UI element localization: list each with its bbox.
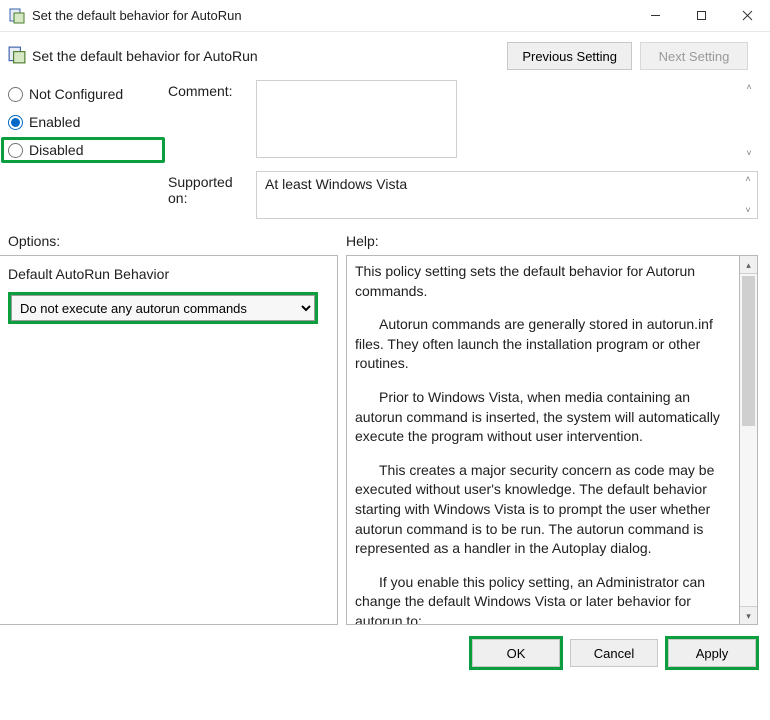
nav-buttons: Previous Setting Next Setting: [507, 42, 748, 70]
help-paragraph: This policy setting sets the default beh…: [355, 262, 731, 301]
supported-row: Supported on: At least Windows Vista ˄ ˅: [168, 171, 758, 219]
radio-not-configured-input[interactable]: [8, 87, 23, 102]
minimize-button[interactable]: [632, 0, 678, 32]
policy-icon: [8, 7, 26, 25]
dropdown-highlight: Do not execute any autorun commands: [8, 292, 318, 324]
help-paragraph: Prior to Windows Vista, when media conta…: [355, 388, 731, 447]
comment-label: Comment:: [168, 80, 246, 99]
autorun-behavior-dropdown[interactable]: Do not execute any autorun commands: [11, 295, 315, 321]
scroll-down-icon[interactable]: ˅: [739, 206, 757, 215]
help-pane: This policy setting sets the default beh…: [346, 255, 740, 625]
options-pane: Default AutoRun Behavior Do not execute …: [0, 255, 338, 625]
ok-button[interactable]: OK: [472, 639, 560, 667]
apply-button[interactable]: Apply: [668, 639, 756, 667]
scroll-up-icon[interactable]: ˄: [740, 83, 758, 92]
meta-fields: Comment: ˄ ˅ Supported on: At least Wind…: [168, 80, 758, 219]
supported-box: At least Windows Vista ˄ ˅: [256, 171, 758, 219]
options-section-label: Options:: [8, 233, 346, 249]
scroll-track[interactable]: [740, 274, 757, 606]
supported-label: Supported on:: [168, 171, 246, 206]
close-button[interactable]: [724, 0, 770, 32]
comment-wrap: ˄ ˅: [256, 80, 758, 161]
help-paragraph: Autorun commands are generally stored in…: [355, 315, 731, 374]
help-pane-wrap: This policy setting sets the default beh…: [346, 255, 758, 625]
comment-row: Comment: ˄ ˅: [168, 80, 758, 161]
radio-disabled-label: Disabled: [29, 142, 83, 158]
window-title: Set the default behavior for AutoRun: [32, 8, 632, 23]
maximize-button[interactable]: [678, 0, 724, 32]
radio-not-configured-label: Not Configured: [29, 86, 123, 102]
window-controls: [632, 0, 770, 32]
radio-enabled-input[interactable]: [8, 115, 23, 130]
policy-title-row: Set the default behavior for AutoRun: [8, 46, 497, 67]
previous-setting-button[interactable]: Previous Setting: [507, 42, 632, 70]
comment-scroll: ˄ ˅: [740, 80, 758, 161]
section-labels: Options: Help:: [0, 227, 770, 255]
header-row: Set the default behavior for AutoRun Pre…: [0, 32, 770, 80]
policy-title: Set the default behavior for AutoRun: [32, 48, 258, 64]
scroll-thumb[interactable]: [742, 276, 755, 426]
help-paragraph: This creates a major security concern as…: [355, 461, 731, 559]
scroll-up-button[interactable]: ▴: [740, 256, 757, 274]
titlebar: Set the default behavior for AutoRun: [0, 0, 770, 32]
radio-enabled[interactable]: Enabled: [8, 114, 158, 130]
radio-disabled-input[interactable]: [8, 143, 23, 158]
option-caption: Default AutoRun Behavior: [8, 266, 327, 282]
upper-body: Not Configured Enabled Disabled Comment:…: [0, 80, 770, 227]
scroll-down-button[interactable]: ▾: [740, 606, 757, 624]
scroll-down-icon[interactable]: ˅: [740, 149, 758, 158]
radio-enabled-label: Enabled: [29, 114, 80, 130]
lower-body: Default AutoRun Behavior Do not execute …: [0, 255, 770, 625]
supported-scroll: ˄ ˅: [739, 172, 757, 218]
help-scrollbar[interactable]: ▴ ▾: [740, 255, 758, 625]
cancel-button[interactable]: Cancel: [570, 639, 658, 667]
policy-icon: [8, 46, 26, 67]
radio-disabled-highlight: Disabled: [1, 137, 165, 163]
radio-not-configured[interactable]: Not Configured: [8, 86, 158, 102]
supported-wrap: At least Windows Vista ˄ ˅: [256, 171, 758, 219]
scroll-up-icon[interactable]: ˄: [739, 175, 757, 184]
help-section-label: Help:: [346, 233, 379, 249]
dialog-footer: OK Cancel Apply: [0, 625, 770, 667]
help-paragraph: If you enable this policy setting, an Ad…: [355, 573, 731, 625]
radio-disabled[interactable]: Disabled: [8, 142, 158, 158]
next-setting-button: Next Setting: [640, 42, 748, 70]
state-radios: Not Configured Enabled Disabled: [8, 80, 158, 219]
supported-value: At least Windows Vista: [265, 176, 407, 192]
comment-textarea[interactable]: [256, 80, 457, 158]
